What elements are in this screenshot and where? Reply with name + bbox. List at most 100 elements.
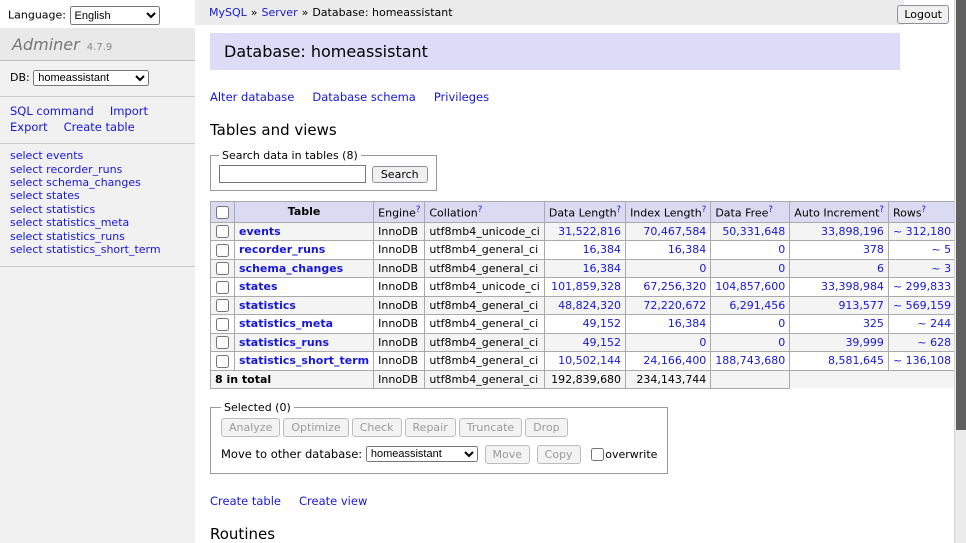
optimize-button[interactable]: Optimize bbox=[283, 418, 348, 437]
data-free-link[interactable]: 0 bbox=[778, 336, 785, 349]
select-all-checkbox[interactable] bbox=[216, 206, 229, 219]
check-button[interactable]: Check bbox=[352, 418, 402, 437]
column-header-table[interactable]: Table bbox=[235, 202, 374, 223]
column-header-index-length[interactable]: Index Length? bbox=[626, 202, 711, 223]
create-view-link[interactable]: Create view bbox=[299, 494, 367, 508]
sidebar-select-link[interactable]: select statistics_meta bbox=[10, 217, 185, 229]
create-table-link[interactable]: Create table bbox=[210, 494, 281, 508]
data-length-link[interactable]: 16,384 bbox=[583, 243, 622, 256]
copy-button[interactable]: Copy bbox=[537, 445, 581, 464]
drop-button[interactable]: Drop bbox=[525, 418, 567, 437]
alter-database-link[interactable]: Alter database bbox=[210, 90, 294, 104]
rows-link[interactable]: ~ 136,108 bbox=[893, 354, 951, 367]
export-link[interactable]: Export bbox=[10, 120, 48, 134]
sidebar-select-link[interactable]: select statistics_runs bbox=[10, 231, 185, 243]
scrollbar-thumb[interactable] bbox=[956, 0, 966, 430]
data-length-link[interactable]: 48,824,320 bbox=[558, 299, 621, 312]
sidebar-select-link[interactable]: select statistics_short_term bbox=[10, 244, 185, 256]
column-header-engine[interactable]: Engine? bbox=[374, 202, 425, 223]
sidebar-select-link[interactable]: select statistics bbox=[10, 204, 185, 216]
row-checkbox[interactable] bbox=[216, 355, 229, 368]
rows-link[interactable]: ~ 244 bbox=[917, 317, 951, 330]
index-length-link[interactable]: 0 bbox=[699, 262, 706, 275]
data-length-link[interactable]: 16,384 bbox=[583, 262, 622, 275]
column-header-auto-increment[interactable]: Auto Increment? bbox=[790, 202, 889, 223]
db-select[interactable]: homeassistant bbox=[33, 70, 149, 86]
rows-link[interactable]: ~ 628 bbox=[917, 336, 951, 349]
column-header-data-free[interactable]: Data Free? bbox=[711, 202, 790, 223]
breadcrumb-server-link[interactable]: Server bbox=[262, 6, 298, 19]
auto-increment-link[interactable]: 33,398,984 bbox=[821, 280, 884, 293]
repair-button[interactable]: Repair bbox=[405, 418, 456, 437]
help-icon[interactable]: ? bbox=[922, 205, 927, 215]
data-free-link[interactable]: 0 bbox=[778, 243, 785, 256]
database-schema-link[interactable]: Database schema bbox=[312, 90, 415, 104]
rows-link[interactable]: ~ 5 bbox=[931, 243, 951, 256]
row-checkbox[interactable] bbox=[216, 281, 229, 294]
sql-command-link[interactable]: SQL command bbox=[10, 104, 94, 118]
auto-increment-link[interactable]: 6 bbox=[877, 262, 884, 275]
auto-increment-link[interactable]: 33,898,196 bbox=[821, 225, 884, 238]
auto-increment-link[interactable]: 913,577 bbox=[838, 299, 884, 312]
table-name-link[interactable]: statistics_short_term bbox=[239, 354, 369, 367]
table-name-link[interactable]: statistics_meta bbox=[239, 317, 333, 330]
data-length-link[interactable]: 49,152 bbox=[583, 336, 622, 349]
language-select[interactable]: English bbox=[70, 6, 160, 25]
auto-increment-link[interactable]: 325 bbox=[863, 317, 884, 330]
sidebar-select-link[interactable]: select states bbox=[10, 190, 185, 202]
data-free-link[interactable]: 6,291,456 bbox=[729, 299, 785, 312]
data-length-link[interactable]: 10,502,144 bbox=[558, 354, 621, 367]
table-name-link[interactable]: statistics_runs bbox=[239, 336, 329, 349]
row-checkbox[interactable] bbox=[216, 262, 229, 275]
help-icon[interactable]: ? bbox=[879, 205, 884, 215]
help-icon[interactable]: ? bbox=[768, 205, 773, 215]
index-length-link[interactable]: 16,384 bbox=[668, 243, 707, 256]
row-checkbox[interactable] bbox=[216, 225, 229, 238]
index-length-link[interactable]: 70,467,584 bbox=[643, 225, 706, 238]
table-name-link[interactable]: recorder_runs bbox=[239, 243, 325, 256]
index-length-link[interactable]: 72,220,672 bbox=[643, 299, 706, 312]
data-free-link[interactable]: 104,857,600 bbox=[715, 280, 785, 293]
column-header-data-length[interactable]: Data Length? bbox=[544, 202, 625, 223]
rows-link[interactable]: ~ 569,159 bbox=[893, 299, 951, 312]
sidebar-select-link[interactable]: select schema_changes bbox=[10, 177, 185, 189]
truncate-button[interactable]: Truncate bbox=[459, 418, 522, 437]
table-name-link[interactable]: states bbox=[239, 280, 278, 293]
row-checkbox[interactable] bbox=[216, 299, 229, 312]
data-free-link[interactable]: 188,743,680 bbox=[715, 354, 785, 367]
row-checkbox[interactable] bbox=[216, 336, 229, 349]
index-length-link[interactable]: 0 bbox=[699, 336, 706, 349]
move-db-select[interactable]: homeassistant bbox=[366, 446, 478, 462]
sidebar-select-link[interactable]: select events bbox=[10, 150, 185, 162]
table-name-link[interactable]: events bbox=[239, 225, 281, 238]
rows-link[interactable]: ~ 3 bbox=[931, 262, 951, 275]
auto-increment-link[interactable]: 378 bbox=[863, 243, 884, 256]
data-free-link[interactable]: 0 bbox=[778, 262, 785, 275]
import-link[interactable]: Import bbox=[110, 104, 148, 118]
help-icon[interactable]: ? bbox=[416, 205, 421, 215]
table-name-link[interactable]: schema_changes bbox=[239, 262, 343, 275]
auto-increment-link[interactable]: 39,999 bbox=[845, 336, 884, 349]
table-name-link[interactable]: statistics bbox=[239, 299, 296, 312]
adminer-brand-link[interactable]: Adminer bbox=[12, 35, 80, 54]
data-length-link[interactable]: 31,522,816 bbox=[558, 225, 621, 238]
sidebar-select-link[interactable]: select recorder_runs bbox=[10, 164, 185, 176]
row-checkbox[interactable] bbox=[216, 318, 229, 331]
data-free-link[interactable]: 0 bbox=[778, 317, 785, 330]
index-length-link[interactable]: 67,256,320 bbox=[643, 280, 706, 293]
breadcrumb-mysql-link[interactable]: MySQL bbox=[209, 6, 247, 19]
help-icon[interactable]: ? bbox=[478, 205, 483, 215]
auto-increment-link[interactable]: 8,581,645 bbox=[828, 354, 884, 367]
row-checkbox[interactable] bbox=[216, 244, 229, 257]
scrollbar[interactable] bbox=[954, 0, 966, 543]
index-length-link[interactable]: 24,166,400 bbox=[643, 354, 706, 367]
privileges-link[interactable]: Privileges bbox=[434, 90, 489, 104]
search-button[interactable]: Search bbox=[372, 166, 428, 183]
data-length-link[interactable]: 101,859,328 bbox=[551, 280, 621, 293]
rows-link[interactable]: ~ 299,833 bbox=[893, 280, 951, 293]
help-icon[interactable]: ? bbox=[702, 205, 707, 215]
data-free-link[interactable]: 50,331,648 bbox=[722, 225, 785, 238]
move-button[interactable]: Move bbox=[485, 445, 531, 464]
help-icon[interactable]: ? bbox=[617, 205, 622, 215]
rows-link[interactable]: ~ 312,180 bbox=[893, 225, 951, 238]
